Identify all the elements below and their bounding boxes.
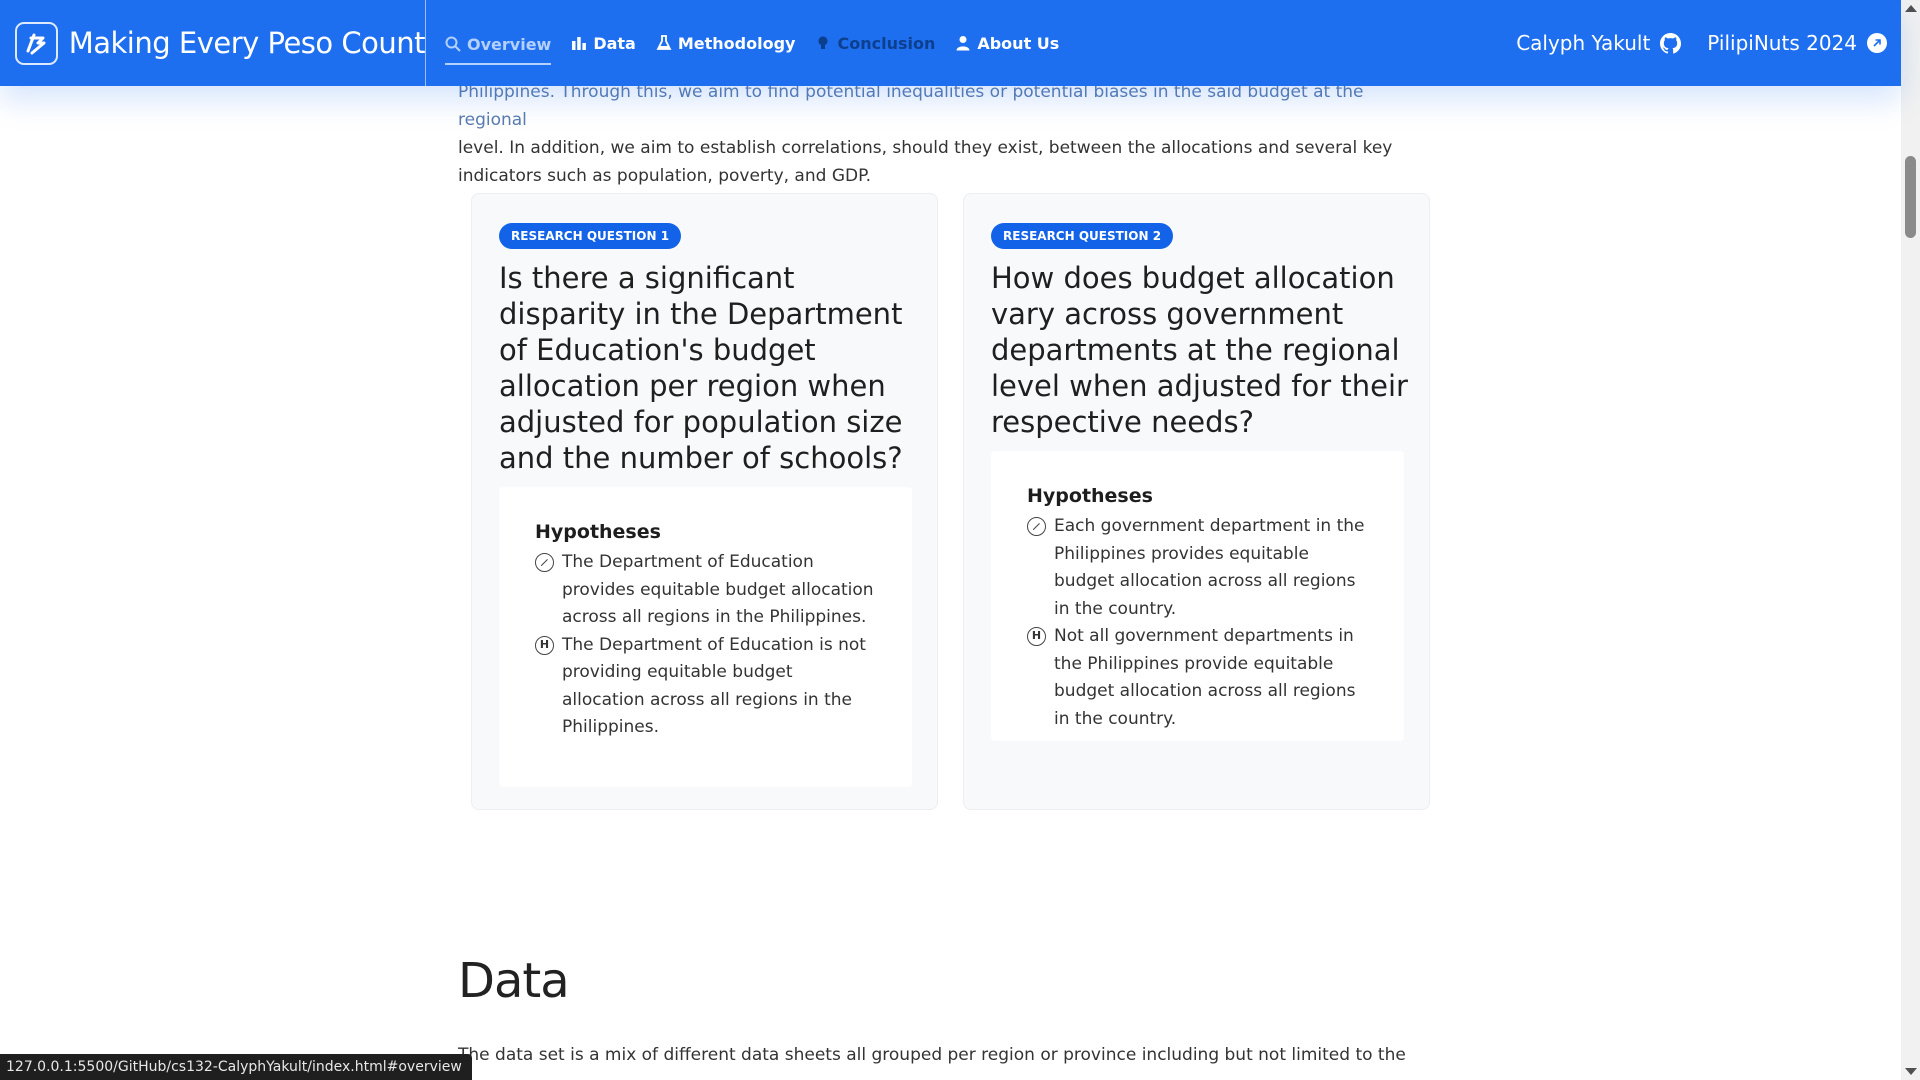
github-icon <box>1660 32 1682 54</box>
github-link-label: Calyph Yakult <box>1516 31 1651 55</box>
nav-right-links: Calyph Yakult PilipiNuts 2024 <box>1490 31 1901 55</box>
brand-title: Making Every Peso Count <box>68 26 426 60</box>
hypotheses-box: Hypotheses The Department of Education p… <box>499 487 912 787</box>
peso-logo-icon <box>15 21 58 65</box>
intro-line-3: indicators such as population, poverty, … <box>458 166 872 186</box>
nav-methodology-label: Methodology <box>677 33 796 53</box>
brand[interactable]: Making Every Peso Count <box>0 0 426 86</box>
null-hypothesis-icon <box>1027 517 1046 536</box>
nav-data-label: Data <box>593 33 636 53</box>
scroll-down-arrow-icon[interactable] <box>1905 1068 1917 1075</box>
research-question-card-1: RESEARCH QUESTION 1 Is there a significa… <box>471 193 938 810</box>
github-link[interactable]: Calyph Yakult <box>1516 31 1682 55</box>
alt-hypothesis-icon: H <box>1027 627 1046 646</box>
data-section-heading: Data <box>458 953 570 1009</box>
research-question-text: How does budget allocation vary across g… <box>991 261 1408 439</box>
intro-paragraph: Philippines. Through this, we aim to fin… <box>458 78 1424 190</box>
nav-data[interactable]: Data <box>571 23 636 63</box>
null-hypothesis: The Department of Education provides equ… <box>535 549 877 632</box>
lightbulb-icon <box>818 36 829 49</box>
nav-about-us[interactable]: About Us <box>955 23 1059 63</box>
search-icon <box>445 36 461 52</box>
null-hypothesis-text: Each government department in the Philip… <box>1054 516 1365 619</box>
hypotheses-title: Hypotheses <box>1027 485 1153 507</box>
data-section-text: The data set is a mix of different data … <box>458 1045 1406 1065</box>
alt-hypothesis-icon: H <box>535 635 554 655</box>
intro-line-2: level. In addition, we aim to establish … <box>458 138 1393 158</box>
pilipinuts-link[interactable]: PilipiNuts 2024 <box>1707 31 1887 55</box>
research-question-text: Is there a significant disparity in the … <box>499 261 903 475</box>
intro-line-1: Philippines. Through this, we aim to fin… <box>458 82 1364 130</box>
hypotheses-box: Hypotheses Each government department in… <box>991 451 1404 741</box>
user-icon <box>956 36 970 51</box>
alt-hypothesis: H The Department of Education is not pro… <box>535 632 877 742</box>
scroll-up-arrow-icon[interactable] <box>1905 5 1917 12</box>
scrollbar-thumb[interactable] <box>1905 156 1916 238</box>
nav-overview-label: Overview <box>467 34 552 54</box>
alt-hypothesis-text: The Department of Education is not provi… <box>562 634 866 738</box>
pilipinuts-link-label: PilipiNuts 2024 <box>1707 31 1857 55</box>
nav-conclusion[interactable]: Conclusion <box>815 23 935 63</box>
browser-status-url: 127.0.0.1:5500/GitHub/cs132-CalyphYakult… <box>0 1054 472 1080</box>
research-question-badge: RESEARCH QUESTION 2 <box>991 223 1174 249</box>
bar-chart-icon <box>572 37 587 50</box>
hypotheses-title: Hypotheses <box>535 521 661 543</box>
null-hypothesis: Each government department in the Philip… <box>1027 513 1369 623</box>
nav-conclusion-label: Conclusion <box>837 33 936 53</box>
alt-hypothesis-text: Not all government departments in the Ph… <box>1054 626 1356 729</box>
top-navbar: Making Every Peso Count Overview Data Me… <box>0 0 1901 86</box>
page-content: Philippines. Through this, we aim to fin… <box>0 0 1901 1080</box>
nav-overview[interactable]: Overview <box>445 25 552 65</box>
nav-methodology[interactable]: Methodology <box>656 23 796 63</box>
null-hypothesis-text: The Department of Education provides equ… <box>562 552 874 627</box>
page-scrollbar[interactable] <box>1901 0 1920 1080</box>
main-nav: Overview Data Methodology Conclusion Abo… <box>445 0 1079 86</box>
alt-hypothesis: H Not all government departments in the … <box>1027 623 1369 733</box>
null-hypothesis-icon <box>535 553 554 572</box>
flask-icon <box>656 35 672 50</box>
research-question-card-2: RESEARCH QUESTION 2 How does budget allo… <box>963 193 1430 810</box>
external-link-icon <box>1867 33 1887 53</box>
research-question-badge: RESEARCH QUESTION 1 <box>499 223 682 249</box>
nav-about-us-label: About Us <box>977 33 1060 53</box>
